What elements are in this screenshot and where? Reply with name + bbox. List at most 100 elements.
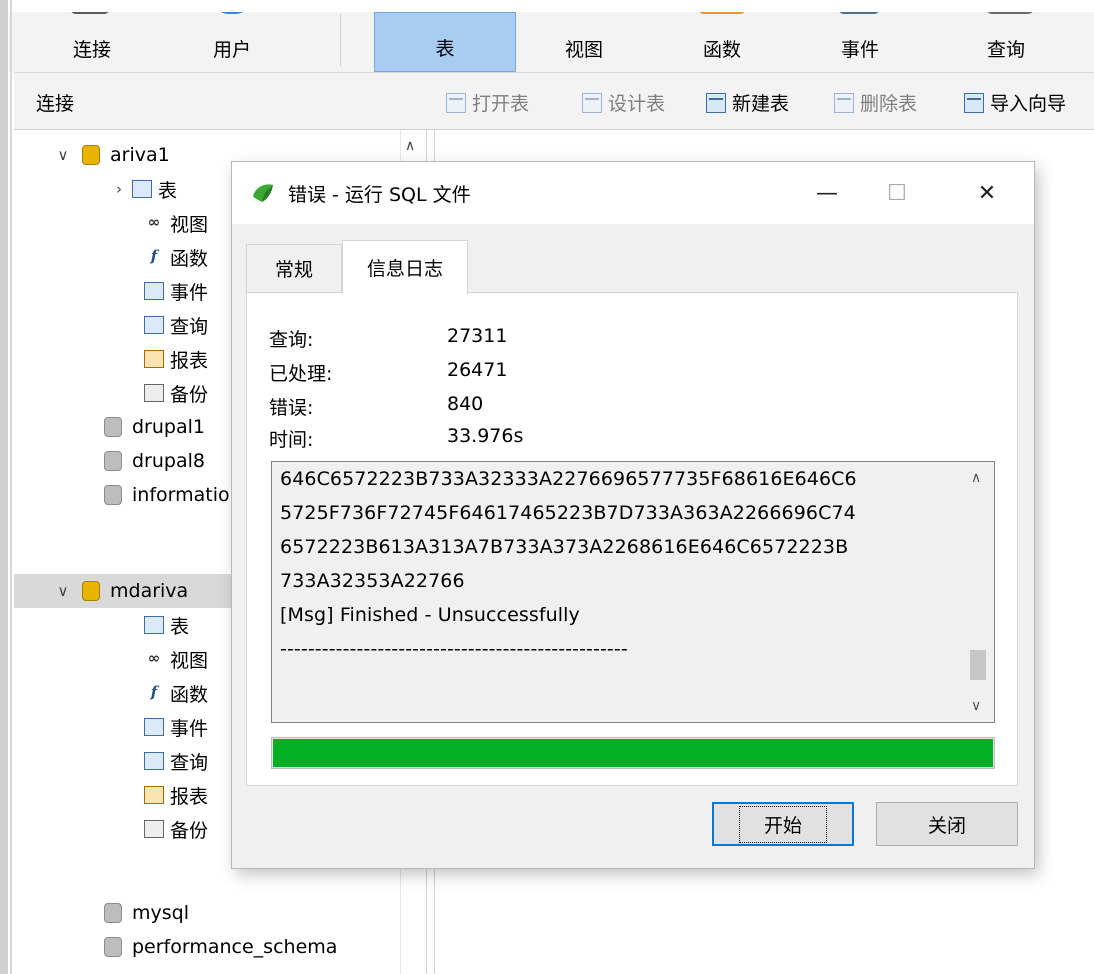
log-scrollbar[interactable]: ∧ ∨ [962, 462, 994, 722]
tree-node-label: 函数 [170, 247, 209, 270]
ribbon-function-label: 函数 [702, 39, 741, 61]
open-table-button[interactable]: 打开表 [446, 89, 529, 116]
open-table-label: 打开表 [472, 93, 530, 115]
tree-db-drupal1[interactable]: drupal1 [90, 410, 205, 444]
chevron-down-icon[interactable]: ∨ [54, 146, 72, 164]
stat-time-label: 时间: [269, 429, 314, 451]
new-table-button[interactable]: 新建表 [706, 89, 789, 116]
report-chart-icon [144, 786, 164, 804]
tree-node-label: 查询 [170, 751, 209, 774]
scroll-up-icon[interactable]: ∧ [971, 470, 981, 486]
ribbon-query-button[interactable]: 查询 [954, 12, 1058, 72]
scroll-up-icon[interactable]: ∧ [405, 138, 415, 154]
ribbon-table-label: 表 [435, 38, 455, 60]
report-chart-icon [144, 350, 164, 368]
tab-message-log[interactable]: 信息日志 [342, 240, 468, 294]
function-icon: f [150, 683, 158, 701]
database-icon [104, 417, 122, 437]
progress-bar [271, 737, 995, 769]
design-table-label: 设计表 [608, 93, 666, 115]
ribbon-query-label: 查询 [986, 39, 1025, 61]
ribbon-table-button[interactable]: 表 [374, 12, 516, 72]
start-button-label: 开始 [738, 805, 828, 843]
tree-node-label: ariva1 [110, 144, 170, 166]
table-icon [144, 616, 164, 634]
message-log-textarea[interactable]: 646C6572223B733A32333A2276696577735F6861… [271, 461, 995, 723]
tree-item-events[interactable]: 事件 [144, 710, 208, 744]
tree-item-functions[interactable]: f 函数 [144, 676, 208, 710]
ribbon-function-button[interactable]: 函数 [672, 12, 772, 72]
ribbon-user-button[interactable]: 用户 [180, 12, 284, 72]
close-button-label: 关闭 [927, 814, 966, 837]
database-icon [82, 581, 100, 601]
tree-db-performance-schema[interactable]: performance_schema [90, 930, 337, 964]
tree-node-label: performance_schema [132, 936, 338, 958]
delete-table-button[interactable]: 删除表 [834, 89, 917, 116]
ribbon-view-button[interactable]: 视图 [534, 12, 634, 72]
tree-item-backups[interactable]: 备份 [144, 376, 208, 410]
ribbon-view-label: 视图 [564, 39, 603, 61]
close-button[interactable]: 关闭 [876, 802, 1018, 846]
tree-item-tables[interactable]: › 表 [114, 172, 177, 206]
tree-node-label: 事件 [170, 717, 209, 740]
scroll-down-icon[interactable]: ∨ [971, 698, 981, 714]
tree-item-reports[interactable]: 报表 [144, 778, 208, 812]
tree-item-reports[interactable]: 报表 [144, 342, 208, 376]
ribbon-connection-button[interactable]: 连接 [40, 12, 144, 72]
stat-queries-value: 27311 [447, 325, 508, 347]
import-wizard-icon [964, 92, 984, 113]
stat-processed-value: 26471 [447, 359, 508, 381]
connection-panel-heading: 连接 [36, 93, 75, 115]
log-separator-line: ----------------------------------------… [280, 638, 628, 660]
close-icon[interactable]: ✕ [964, 174, 1010, 212]
database-icon [104, 451, 122, 471]
log-status-line: [Msg] Finished - Unsuccessfully [280, 604, 580, 626]
stat-errors-label: 错误: [269, 397, 314, 419]
tree-db-mysql[interactable]: mysql [90, 896, 189, 930]
tree-node-label: drupal8 [132, 450, 205, 472]
progress-bar-fill [273, 739, 993, 767]
ribbon-event-button[interactable]: 事件 [810, 12, 910, 72]
event-clock-icon [144, 282, 164, 300]
tree-db-drupal8[interactable]: drupal8 [90, 444, 205, 478]
message-log-panel: 查询: 27311 已处理: 26471 错误: 840 时间: 33.976s… [246, 292, 1018, 786]
tree-item-tables[interactable]: 表 [144, 608, 189, 642]
function-icon: f [150, 247, 158, 265]
backup-tape-icon [144, 820, 164, 838]
log-scrollbar-thumb[interactable] [970, 650, 986, 680]
tree-item-functions[interactable]: f 函数 [144, 240, 208, 274]
tab-general-label: 常规 [274, 259, 313, 281]
tree-item-views[interactable]: ∞ 视图 [144, 206, 208, 240]
query-grid-icon [144, 316, 164, 334]
design-table-button[interactable]: 设计表 [582, 89, 665, 116]
new-table-label: 新建表 [732, 93, 790, 115]
tree-node-label: 备份 [170, 383, 209, 406]
log-line: 5725F736F72745F64617465223B7D733A363A226… [280, 502, 856, 524]
tree-item-queries[interactable]: 查询 [144, 308, 208, 342]
tree-item-events[interactable]: 事件 [144, 274, 208, 308]
tree-item-queries[interactable]: 查询 [144, 744, 208, 778]
start-button[interactable]: 开始 [712, 802, 854, 846]
glasses-icon: ∞ [147, 213, 161, 231]
minimize-icon[interactable]: — [804, 174, 850, 212]
import-wizard-button[interactable]: 导入向导 [964, 89, 1066, 116]
log-line: 733A32353A22766 [280, 570, 465, 592]
tree-node-label: 视图 [170, 213, 209, 236]
delete-table-label: 删除表 [860, 93, 918, 115]
stat-processed-label: 已处理: [269, 363, 333, 385]
stat-time-value: 33.976s [447, 425, 524, 447]
tab-general[interactable]: 常规 [246, 244, 342, 292]
chevron-right-icon[interactable]: › [110, 180, 128, 198]
log-line: 6572223B613A313A7B733A373A2268616E646C65… [280, 536, 849, 558]
ribbon-event-label: 事件 [840, 39, 879, 61]
tree-item-views[interactable]: ∞ 视图 [144, 642, 208, 676]
tree-node-label: mysql [132, 902, 189, 924]
run-sql-error-dialog: 错误 - 运行 SQL 文件 — ☐ ✕ 常规 信息日志 查询: 27311 已… [232, 162, 1034, 868]
tree-item-backups[interactable]: 备份 [144, 812, 208, 846]
import-wizard-label: 导入向导 [990, 93, 1067, 115]
maximize-icon[interactable]: ☐ [874, 174, 920, 212]
delete-table-icon [834, 92, 854, 113]
chevron-down-icon[interactable]: ∨ [54, 582, 72, 600]
tree-node-label: mdariva [110, 580, 189, 602]
log-line: 646C6572223B733A32333A2276696577735F6861… [280, 468, 857, 490]
